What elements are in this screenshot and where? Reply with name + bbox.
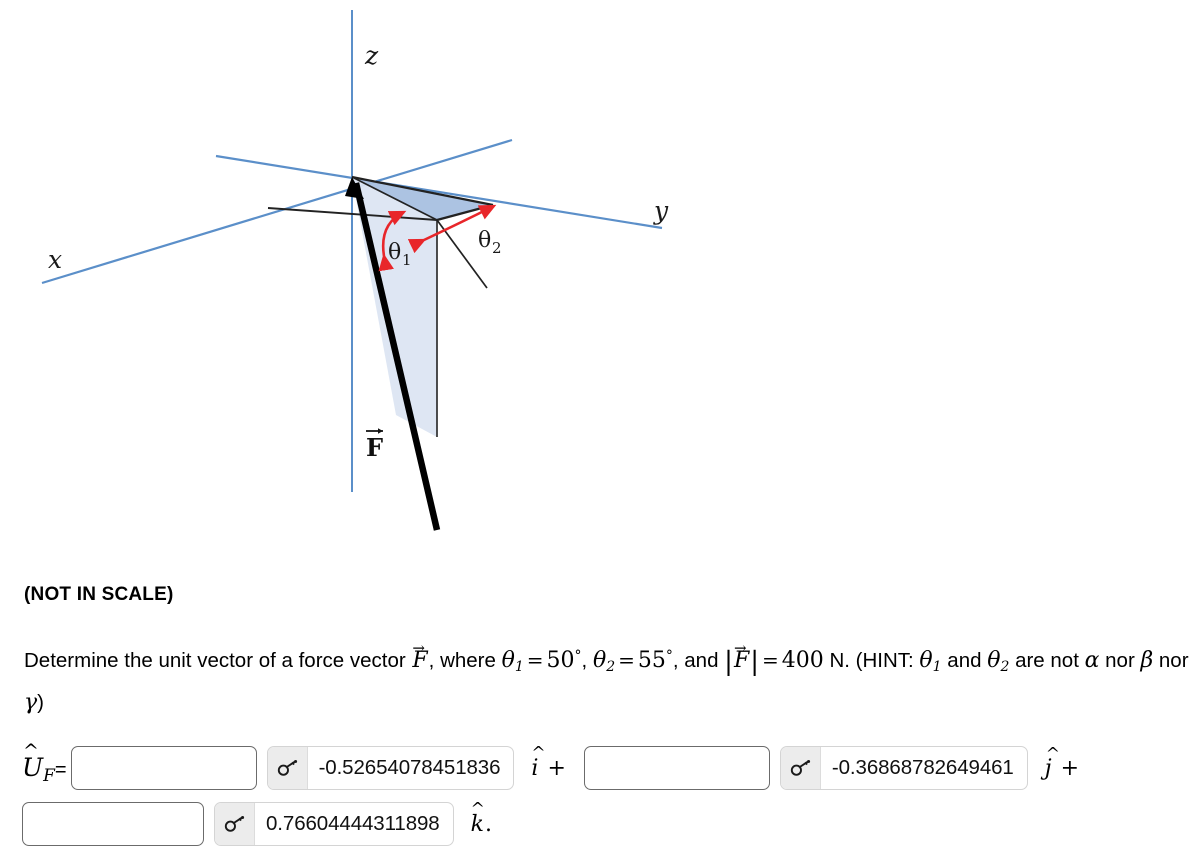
vector-F-symbol-magnitude: F xyxy=(733,630,750,679)
key-icon[interactable] xyxy=(780,747,821,789)
unit-vector-label: UF= xyxy=(22,740,67,786)
hint-open: (HINT: xyxy=(855,649,920,672)
hint-close: ) xyxy=(37,691,44,714)
statement-after-vecF: , where xyxy=(428,649,502,672)
vector-F-symbol: F xyxy=(411,630,428,679)
plus-sign-1: + xyxy=(547,755,566,781)
theta1-symbol: θ xyxy=(388,240,401,265)
answer-row-k: 0.76604444311898 k . xyxy=(22,798,1192,850)
theta2-subscript: 2 xyxy=(492,239,502,257)
nor-2: nor xyxy=(1153,649,1189,672)
hint-theta2-symbol: θ xyxy=(987,648,1001,673)
answer-input-j[interactable] xyxy=(583,746,770,790)
key-icon[interactable] xyxy=(267,747,308,789)
statement-prefix: Determine the unit vector of a force vec… xyxy=(24,649,412,672)
gamma-symbol: γ xyxy=(24,690,38,715)
not-in-scale-caption: (NOT IN SCALE) xyxy=(24,584,174,605)
beta-symbol: β xyxy=(1140,648,1154,673)
trailing-period: . xyxy=(484,811,492,837)
answer-key-field-i[interactable]: -0.52654078451836 xyxy=(266,746,515,790)
unit-vector-U: U xyxy=(22,740,43,782)
x-axis-label: x xyxy=(48,245,62,274)
nor-1: nor xyxy=(1099,649,1141,672)
hint-theta1-symbol: θ xyxy=(919,648,933,673)
z-axis-label: z xyxy=(364,41,379,70)
theta1-subscript-text: 1 xyxy=(514,659,524,675)
theta1-symbol-text: θ xyxy=(501,648,515,673)
theta2-value: 55 xyxy=(637,648,666,673)
magnitude-value: 400 xyxy=(781,648,824,673)
unit-vector-i: i xyxy=(531,743,545,781)
hint-line2-mid: are not xyxy=(1009,649,1085,672)
equals-2: = xyxy=(618,648,635,672)
equals-1: = xyxy=(526,648,544,672)
answer-value-i: -0.52654078451836 xyxy=(318,756,501,779)
abs-bar-close: | xyxy=(750,647,759,677)
abs-bar-open: | xyxy=(724,647,733,677)
force-vector-label: F xyxy=(366,428,383,462)
comma-1: , xyxy=(581,649,593,672)
y-axis-label: y xyxy=(653,196,669,225)
degree-1: ° xyxy=(574,648,582,664)
unit-newton: N. xyxy=(829,649,850,672)
answer-key-field-k[interactable]: 0.76604444311898 xyxy=(214,802,454,846)
degree-2: ° xyxy=(665,648,673,664)
answer-row-i: UF= -0.52654078451836 i + xyxy=(22,740,1192,794)
hint-theta1-subscript: 1 xyxy=(932,659,942,675)
key-icon[interactable] xyxy=(215,803,255,845)
unit-vector-equals: = xyxy=(54,758,67,781)
answer-value-k: 0.76604444311898 xyxy=(266,812,440,835)
comma-2: , and xyxy=(672,649,725,672)
unit-vector-subscript: F xyxy=(43,765,55,786)
equals-3: = xyxy=(761,648,779,672)
plus-sign-2: + xyxy=(1060,755,1079,781)
theta1-value: 50 xyxy=(546,648,575,673)
axis-lines xyxy=(41,10,663,492)
alpha-symbol: α xyxy=(1084,648,1100,673)
unit-vector-k: k xyxy=(471,799,486,837)
answer-key-field-j[interactable]: -0.36868782649461 xyxy=(779,746,1028,790)
answer-value-j: -0.36868782649461 xyxy=(831,756,1014,779)
svg-text:F: F xyxy=(366,433,383,462)
theta2-subscript-text: 2 xyxy=(606,659,616,675)
theta2-label: θ 2 xyxy=(478,228,502,257)
theta2-symbol-text: θ xyxy=(592,648,607,673)
answer-area: UF= -0.52654078451836 i + xyxy=(22,740,1192,850)
force-vector-diagram: x y z θ 1 θ 2 F xyxy=(0,0,1200,560)
hint-line2-start: and xyxy=(947,649,988,672)
theta1-subscript: 1 xyxy=(402,251,412,269)
answer-input-k[interactable] xyxy=(22,802,204,846)
answer-input-i[interactable] xyxy=(70,746,257,790)
unit-vector-j: j xyxy=(1045,744,1060,781)
theta2-symbol: θ xyxy=(478,228,491,253)
problem-statement: Determine the unit vector of a force vec… xyxy=(24,630,1192,721)
